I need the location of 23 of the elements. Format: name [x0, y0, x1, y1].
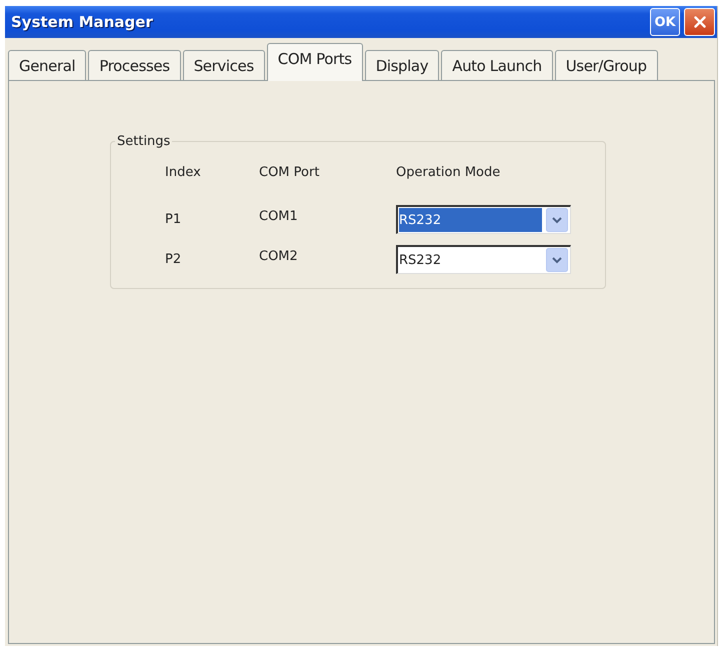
- tab[interactable]: Services: [182, 50, 265, 80]
- tab[interactable]: General: [8, 50, 86, 80]
- close-icon: [694, 16, 706, 28]
- index-label: P1: [165, 212, 182, 227]
- mode-dropdown[interactable]: RS232: [396, 205, 571, 234]
- tab[interactable]: User/Group: [554, 50, 658, 80]
- window-title: System Manager: [11, 13, 153, 31]
- ok-button[interactable]: OK: [650, 8, 680, 36]
- column-header: COM Port: [259, 165, 320, 180]
- tab[interactable]: COM Ports: [266, 43, 363, 81]
- tab[interactable]: Auto Launch: [441, 50, 553, 80]
- index-label: P2: [165, 252, 182, 267]
- com-port-label: COM1: [259, 208, 299, 224]
- chevron-down-icon: [546, 208, 568, 232]
- com-port-label: COM2: [259, 248, 299, 264]
- column-header: Index: [165, 165, 202, 180]
- chevron-down-icon: [546, 248, 568, 272]
- mode-dropdown[interactable]: RS232: [396, 245, 571, 274]
- group-title: Settings: [116, 134, 172, 149]
- tab[interactable]: Processes: [88, 50, 181, 80]
- close-button[interactable]: [684, 8, 715, 36]
- column-header: Operation Mode: [396, 165, 502, 180]
- tab[interactable]: Display: [364, 50, 440, 80]
